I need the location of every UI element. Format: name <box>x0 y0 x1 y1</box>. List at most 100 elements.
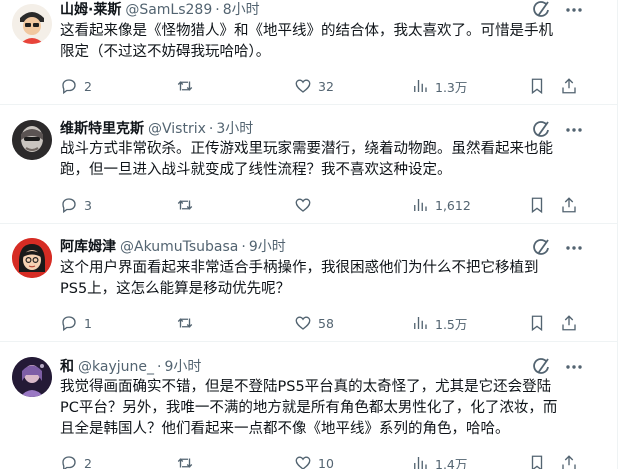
retweet-button[interactable] <box>176 453 200 469</box>
action-bar: 3 1,612 <box>60 195 590 215</box>
action-bar: 1 58 1.5万 <box>60 313 590 333</box>
share-icon <box>562 197 576 213</box>
more-options-icon[interactable] <box>563 119 585 141</box>
views-icon <box>414 199 427 211</box>
views-icon <box>414 80 427 92</box>
bookmark-icon <box>531 315 543 332</box>
user-handle[interactable]: @Vistrix <box>148 119 206 139</box>
more-options-icon[interactable] <box>563 0 585 21</box>
tweet-line: 限定（不过这不妨碍我玩哈哈）。 <box>60 44 271 60</box>
tweet-line: PS5上，这怎么能算是移动优先呢？ <box>60 281 291 297</box>
views-button[interactable]: 1.4万 <box>411 453 467 469</box>
display-name[interactable]: 维斯特里克斯 <box>60 119 144 139</box>
share-button[interactable] <box>560 453 578 469</box>
timestamp[interactable]: 9小时 <box>249 237 286 257</box>
tweet-header: 阿库姆津 @AkumuTsubasa · 9小时 <box>60 237 286 257</box>
reply-icon <box>62 316 76 332</box>
grok-icon[interactable] <box>530 237 552 259</box>
retweet-button[interactable] <box>176 76 200 96</box>
display-name[interactable]: 和 <box>60 357 74 377</box>
user-handle[interactable]: @kayjune_ <box>78 357 154 377</box>
share-icon <box>562 455 576 469</box>
reply-count: 1 <box>84 315 92 331</box>
views-icon <box>414 457 427 469</box>
more-options-icon[interactable] <box>563 356 585 378</box>
retweet-button[interactable] <box>176 313 200 333</box>
avatar[interactable] <box>12 357 52 397</box>
reply-tweet[interactable]: 维斯特里克斯 @Vistrix · 3小时 战斗方式非常砍杀。正传游戏里玩家需要… <box>0 106 618 224</box>
view-count: 1.3万 <box>435 79 468 95</box>
tweet-line: PC平台？另外，我唯一不满的地方就是所有角色都太男性化了，化了浓妆，而 <box>60 400 558 416</box>
bookmark-icon <box>531 78 543 95</box>
tweet-header: 维斯特里克斯 @Vistrix · 3小时 <box>60 119 253 139</box>
views-button[interactable]: 1.5万 <box>411 313 467 333</box>
display-name[interactable]: 山姆·莱斯 <box>60 0 121 20</box>
bookmark-button[interactable] <box>528 76 552 96</box>
retweet-icon <box>177 318 193 328</box>
avatar[interactable] <box>12 238 52 278</box>
heart-icon <box>295 79 311 93</box>
like-count: 10 <box>318 455 334 469</box>
reply-button[interactable]: 1 <box>60 313 92 333</box>
share-button[interactable] <box>560 313 578 333</box>
timestamp[interactable]: 9小时 <box>164 357 201 377</box>
tweet-text: 战斗方式非常砍杀。正传游戏里玩家需要潜行，绕着动物跑。虽然看起来也能 跑，但一旦… <box>60 139 590 181</box>
reply-tweet[interactable]: 阿库姆津 @AkumuTsubasa · 9小时 这个用户界面看起来非常适合手柄… <box>0 225 618 342</box>
avatar[interactable] <box>12 120 52 160</box>
grok-icon[interactable] <box>530 0 552 21</box>
more-options-icon[interactable] <box>563 237 585 259</box>
heart-icon <box>295 456 311 469</box>
view-count: 1,612 <box>435 197 471 213</box>
timestamp[interactable]: 8小时 <box>223 0 260 20</box>
action-bar: 2 32 1.3万 <box>60 76 590 96</box>
share-icon <box>562 315 576 331</box>
views-icon <box>414 317 427 329</box>
reply-icon <box>62 456 76 469</box>
retweet-icon <box>177 200 193 210</box>
grok-icon[interactable] <box>530 356 552 378</box>
views-button[interactable]: 1,612 <box>411 195 471 215</box>
like-count: 32 <box>318 78 334 94</box>
display-name[interactable]: 阿库姆津 <box>60 237 116 257</box>
views-button[interactable]: 1.3万 <box>411 76 467 96</box>
action-bar: 2 10 1.4万 <box>60 453 590 469</box>
like-button[interactable]: 58 <box>294 313 334 333</box>
grok-icon[interactable] <box>530 119 552 141</box>
like-button[interactable] <box>294 195 318 215</box>
share-button[interactable] <box>560 195 578 215</box>
like-button[interactable]: 10 <box>294 453 334 469</box>
reply-count: 2 <box>84 78 92 94</box>
separator-dot: · <box>215 2 220 18</box>
separator-dot: · <box>156 359 162 375</box>
view-count: 1.5万 <box>435 316 468 332</box>
view-count: 1.4万 <box>435 456 468 469</box>
reply-count: 2 <box>84 455 92 469</box>
timestamp[interactable]: 3小时 <box>216 119 253 139</box>
retweet-icon <box>177 81 193 91</box>
bookmark-button[interactable] <box>528 195 552 215</box>
avatar[interactable] <box>12 4 52 44</box>
bookmark-button[interactable] <box>528 453 552 469</box>
tweet-text: 这个用户界面看起来非常适合手柄操作，我很困惑他们为什么不把它移植到 PS5上，这… <box>60 258 590 300</box>
user-handle[interactable]: @SamLs289 <box>125 0 212 20</box>
reply-tweet[interactable]: 和 @kayjune_ · 9小时 我觉得画面确实不错，但是不登陆PS5平台真的… <box>0 343 618 469</box>
tweet-header: 和 @kayjune_ · 9小时 <box>60 357 201 377</box>
reply-button[interactable]: 2 <box>60 76 92 96</box>
tweet-text: 我觉得画面确实不错，但是不登陆PS5平台真的太奇怪了，尤其是它还会登陆 PC平台… <box>60 377 590 440</box>
retweet-button[interactable] <box>176 195 200 215</box>
reply-tweet[interactable]: 山姆·莱斯 @SamLs289 · 8小时 这看起来像是《怪物猎人》和《地平线》… <box>0 0 618 105</box>
heart-icon <box>295 198 311 212</box>
reply-button[interactable]: 3 <box>60 195 92 215</box>
tweet-line: 战斗方式非常砍杀。正传游戏里玩家需要潜行，绕着动物跑。虽然看起来也能 <box>60 141 553 157</box>
user-handle[interactable]: @AkumuTsubasa <box>120 237 238 257</box>
bookmark-button[interactable] <box>528 313 552 333</box>
separator-dot: · <box>208 121 214 137</box>
tweet-line: 这个用户界面看起来非常适合手柄操作，我很困惑他们为什么不把它移植到 <box>60 260 539 276</box>
share-button[interactable] <box>560 76 578 96</box>
heart-icon <box>295 316 311 330</box>
like-button[interactable]: 32 <box>294 76 334 96</box>
bookmark-icon <box>531 455 543 469</box>
retweet-icon <box>177 458 193 468</box>
reply-button[interactable]: 2 <box>60 453 92 469</box>
like-count: 58 <box>318 315 334 331</box>
